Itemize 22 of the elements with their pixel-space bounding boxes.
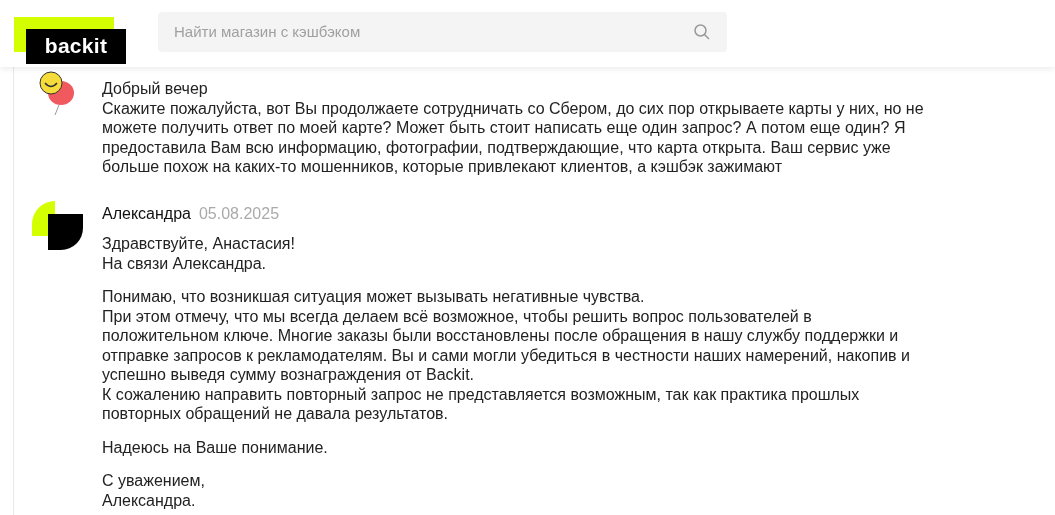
comment-text: предоставила Вам всю информацию, фотографии, подтверждающие, что карта открыта. Ваш сервис уже (102, 137, 892, 157)
comment-text: Скажите пожалуйста, вот Вы продолжаете сотрудничать со Сбером, до сих пор открываете карты у них, но не (102, 98, 924, 118)
comment-text: С уважением, (102, 471, 206, 491)
author-name: Александра (102, 203, 191, 223)
search-icon[interactable] (694, 23, 710, 40)
comment-text: Надеюсь на Ваше понимание. (102, 437, 329, 457)
comment-text: успешно выведя сумму вознаграждения от Backit. (102, 365, 476, 385)
comment-text: Александра. (102, 490, 197, 510)
comment-text: больше похож на каких-то мошенников, которые привлекают клиентов, а кэшбэк зажимают (102, 157, 784, 177)
search-field[interactable]: Найти магазин с кэшбэком (158, 11, 727, 52)
comment-text: На связи Александра. (102, 253, 267, 273)
comment-text: отправке запросов к рекламодателям. Вы и сами могли убедиться в честности наших намерений, накопив и (102, 345, 910, 365)
comment-text: Добрый вечер (102, 79, 209, 99)
comment-text: К сожалению направить повторный запрос не представляется возможным, так как практика прошлых (102, 384, 861, 404)
comment-text: можете получить ответ по моей карте? Может быть стоит написать еще один запрос? А потом еще один? Я (102, 118, 907, 138)
comment-date: 05.08.2025 (198, 203, 280, 223)
comment-text: положительном ключе. Многие заказы были восстановлены после обращения в нашу службу поддержки и (102, 326, 900, 346)
comment-text: При этом отмечу, что мы всегда делаем всё возможное, чтобы решить вопрос пользователей в (102, 306, 813, 326)
comment-text: Понимаю, что возникшая ситуация может вызывать негативные чувства. (102, 287, 646, 307)
comment-text: повторных обращений не давала результатов. (102, 404, 449, 424)
comment-text: Здравствуйте, Анастасия! (102, 234, 296, 254)
logo[interactable]: backit (26, 28, 126, 64)
